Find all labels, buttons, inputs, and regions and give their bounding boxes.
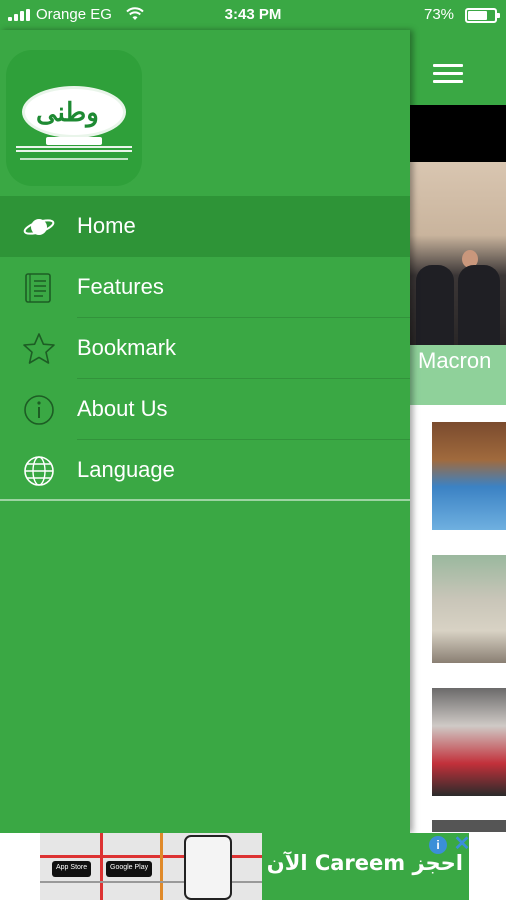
featured-article-title[interactable]: Macron <box>418 348 491 374</box>
menu-item-about-us[interactable]: About Us <box>0 379 410 440</box>
drawer-menu: Home Features Bookmark About Us Language <box>0 196 410 501</box>
article-thumbnail[interactable] <box>432 820 506 832</box>
article-thumbnail[interactable] <box>432 688 506 796</box>
menu-item-label: Home <box>77 213 136 238</box>
logo-tagline-bar <box>46 137 102 145</box>
featured-article-image[interactable] <box>410 162 506 345</box>
logo-book-lines <box>20 158 128 160</box>
globe-icon <box>22 454 56 488</box>
menu-item-label: Language <box>77 457 175 482</box>
menu-item-label: Bookmark <box>77 335 177 360</box>
map-road <box>160 833 163 900</box>
ad-map-image: App Store Google Play <box>40 833 262 900</box>
app-store-badge: App Store <box>52 861 92 877</box>
photo-person <box>416 265 454 345</box>
document-icon <box>22 271 56 305</box>
menu-item-features[interactable]: Features <box>0 257 410 318</box>
status-bar: Orange EG 3:43 PM 73% <box>0 0 506 30</box>
menu-item-label: Features <box>77 274 164 299</box>
featured-banner <box>410 105 506 162</box>
app-logo: وطنى <box>6 50 142 186</box>
menu-item-language[interactable]: Language <box>0 440 410 501</box>
ad-phone-mockup <box>184 835 232 900</box>
planet-icon <box>22 210 56 244</box>
navigation-drawer: وطنى Home Features Bookmark About Us Lan… <box>0 30 410 833</box>
logo-calligraphy: وطنى <box>36 98 99 128</box>
battery-icon <box>465 8 500 23</box>
info-icon <box>22 393 56 427</box>
menu-item-home[interactable]: Home <box>0 196 410 257</box>
ad-info-icon[interactable]: i <box>429 836 447 854</box>
article-thumbnail[interactable] <box>432 422 506 530</box>
map-road <box>100 833 103 900</box>
ad-headline: احجز Careem الآن <box>266 851 463 875</box>
logo-book-lines <box>16 146 132 152</box>
menu-item-bookmark[interactable]: Bookmark <box>0 318 410 379</box>
drawer-separator <box>0 499 410 501</box>
hamburger-menu-icon[interactable] <box>433 64 463 84</box>
photo-person <box>458 265 500 345</box>
menu-item-label: About Us <box>77 396 168 421</box>
star-icon <box>22 332 56 366</box>
google-play-badge: Google Play <box>106 861 153 877</box>
ad-close-icon[interactable]: ✕ <box>452 834 472 854</box>
battery-percentage: 73% <box>424 6 455 23</box>
article-thumbnail[interactable] <box>432 555 506 663</box>
